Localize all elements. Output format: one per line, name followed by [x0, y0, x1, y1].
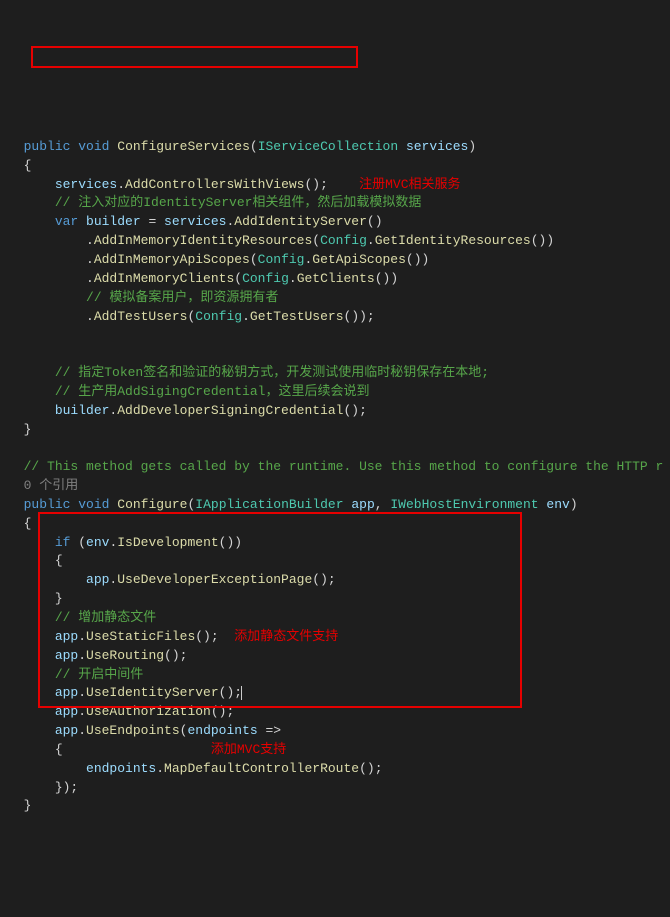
- method: AddIdentityServer: [234, 214, 367, 229]
- type: IWebHostEnvironment: [390, 497, 538, 512]
- param: app: [351, 497, 374, 512]
- comment: // 注入对应的IdentityServer相关组件，然后加载模拟数据: [55, 195, 422, 210]
- method: UseDeveloperExceptionPage: [117, 572, 312, 587]
- method: AddDeveloperSigningCredential: [117, 403, 343, 418]
- type: Config: [242, 271, 289, 286]
- type: IServiceCollection: [258, 139, 398, 154]
- method: GetIdentityResources: [375, 233, 531, 248]
- method: AddInMemoryClients: [94, 271, 234, 286]
- comment: // 指定Token签名和验证的秘钥方式，开发测试使用临时秘钥保存在本地;: [55, 365, 489, 380]
- method: UseRouting: [86, 648, 164, 663]
- code: public void ConfigureServices(IServiceCo…: [8, 138, 670, 816]
- label-register-mvc: 注册MVC相关服务: [359, 177, 460, 192]
- brace: {: [55, 742, 63, 757]
- kw: public: [24, 497, 71, 512]
- method: GetTestUsers: [250, 309, 344, 324]
- obj: app: [55, 704, 78, 719]
- method: Configure: [117, 497, 187, 512]
- obj: app: [55, 629, 78, 644]
- method: UseStaticFiles: [86, 629, 195, 644]
- method: AddInMemoryIdentityResources: [94, 233, 312, 248]
- brace: {: [24, 158, 32, 173]
- cursor-icon: [241, 686, 242, 700]
- obj: app: [55, 685, 78, 700]
- var: builder: [86, 214, 141, 229]
- method: GetApiScopes: [312, 252, 406, 267]
- type: Config: [195, 309, 242, 324]
- label-static-files: 添加静态文件支持: [234, 629, 338, 644]
- param: env: [546, 497, 569, 512]
- brace: {: [24, 516, 32, 531]
- kw: if: [55, 535, 71, 550]
- param: services: [406, 139, 468, 154]
- method: AddInMemoryApiScopes: [94, 252, 250, 267]
- comment: // 模拟备案用户，即资源拥有者: [86, 290, 278, 305]
- kw: var: [55, 214, 78, 229]
- brace: });: [55, 780, 78, 795]
- kw: void: [78, 497, 109, 512]
- brace: }: [55, 591, 63, 606]
- method: AddControllersWithViews: [125, 177, 304, 192]
- method: MapDefaultControllerRoute: [164, 761, 359, 776]
- method: UseIdentityServer: [86, 685, 219, 700]
- obj: app: [55, 648, 78, 663]
- param: endpoints: [187, 723, 257, 738]
- label-add-mvc: 添加MVC支持: [211, 742, 286, 757]
- comment: // 增加静态文件: [55, 610, 156, 625]
- highlight-box-1: [31, 46, 358, 68]
- type: IApplicationBuilder: [195, 497, 343, 512]
- method: GetClients: [297, 271, 375, 286]
- obj: env: [86, 535, 109, 550]
- type: Config: [258, 252, 305, 267]
- kw: public: [24, 139, 71, 154]
- obj: services: [164, 214, 226, 229]
- comment: // This method gets called by the runtim…: [24, 459, 664, 474]
- obj: endpoints: [86, 761, 156, 776]
- type: Config: [320, 233, 367, 248]
- method: IsDevelopment: [117, 535, 218, 550]
- method: ConfigureServices: [117, 139, 250, 154]
- method: AddTestUsers: [94, 309, 188, 324]
- obj: app: [55, 723, 78, 738]
- brace: {: [55, 553, 63, 568]
- obj: builder: [55, 403, 110, 418]
- codelens: 0 个引用: [24, 478, 79, 493]
- method: UseAuthorization: [86, 704, 211, 719]
- obj: services: [55, 177, 117, 192]
- comment: // 开启中间件: [55, 667, 143, 682]
- comment: // 生产用AddSigingCredential，这里后续会说到: [55, 384, 370, 399]
- brace: }: [24, 798, 32, 813]
- kw: void: [78, 139, 109, 154]
- brace: }: [24, 422, 32, 437]
- obj: app: [86, 572, 109, 587]
- method: UseEndpoints: [86, 723, 180, 738]
